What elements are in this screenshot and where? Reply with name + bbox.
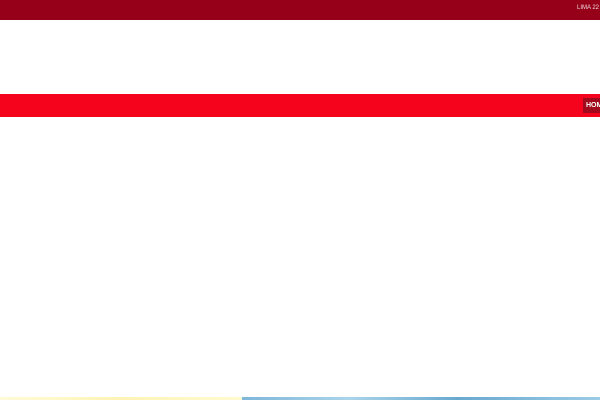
nav-item-home[interactable]: HOM — [583, 98, 600, 113]
location-time-text: LIMA 22 — [576, 5, 599, 11]
main-content-area — [0, 117, 600, 397]
top-bar: LIMA 22 — [0, 0, 600, 20]
header-logo-area — [0, 20, 600, 94]
main-navigation-bar: HOM — [0, 94, 600, 117]
